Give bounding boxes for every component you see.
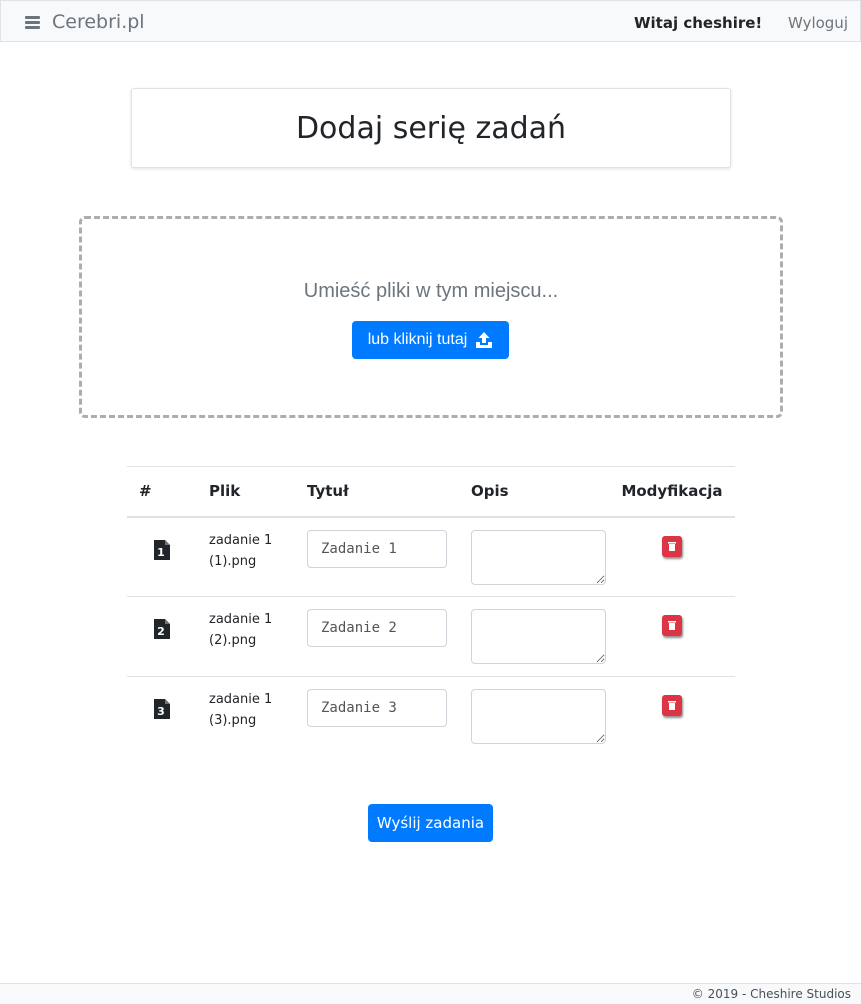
copyright-text: © 2019 - Cheshire Studios [691,987,851,1001]
upload-icon [476,332,493,348]
file-name-cell: zadanie 1 (3).png [197,677,295,757]
table-row: 1 zadanie 1 (1).png [127,516,735,597]
description-cell [459,516,609,597]
title-input[interactable] [307,529,447,568]
submit-tasks-button[interactable]: Wyślij zadania [368,804,493,842]
file-dropzone[interactable]: Umieść pliki w tym miejscu... lub klikni… [79,216,783,418]
delete-button[interactable] [662,695,682,716]
dropzone-text: Umieść pliki w tym miejscu... [303,280,559,302]
user-greeting: Witaj cheshire! [634,14,763,32]
table-row: 3 zadanie 1 (3).png [127,677,735,757]
trash-icon [668,701,676,710]
row-number-cell: 2 [127,596,197,677]
file-name-cell: zadanie 1 (2).png [197,596,295,677]
title-card: Dodaj serię zadań [131,88,731,168]
row-number-cell: 3 [127,677,197,757]
header-modification: Modyfikacja [609,466,735,518]
description-cell [459,677,609,757]
row-number-cell: 1 [127,516,197,597]
table-header-row: # Plik Tytuł Opis Modyfikacja [127,466,735,518]
upload-button[interactable]: lub kliknij tutaj [352,321,509,359]
description-textarea[interactable] [471,609,606,664]
tasks-table: # Plik Tytuł Opis Modyfikacja 1 zadanie … [127,466,735,757]
svg-text:2: 2 [157,625,165,638]
logout-link[interactable]: Wyloguj [788,14,848,32]
title-cell [295,516,459,597]
modification-cell [609,596,735,677]
trash-icon [668,541,676,551]
upload-button-label: lub kliknij tutaj [367,331,468,348]
title-cell [295,596,459,677]
navbar: Cerebri.pl Witaj cheshire! Wyloguj [0,0,861,42]
file-number-icon: 1 [154,539,170,560]
header-number: # [127,466,197,518]
page-title: Dodaj serię zadań [295,110,567,146]
file-name: zadanie 1 (2).png [209,612,273,648]
hamburger-menu-icon[interactable] [25,16,40,29]
svg-text:1: 1 [157,546,165,559]
header-title: Tytuł [295,466,459,518]
file-name: zadanie 1 (3).png [209,692,273,728]
table-row: 2 zadanie 1 (2).png [127,596,735,677]
brand-link[interactable]: Cerebri.pl [52,11,145,33]
title-input[interactable] [307,609,447,647]
header-file: Plik [197,466,295,518]
file-name-cell: zadanie 1 (1).png [197,516,295,597]
file-name: zadanie 1 (1).png [209,532,273,569]
file-number-icon: 3 [154,699,170,719]
footer: © 2019 - Cheshire Studios [0,983,861,1004]
file-number-icon: 2 [154,619,170,639]
description-textarea[interactable] [471,529,606,585]
svg-text:3: 3 [157,705,165,718]
description-textarea[interactable] [471,689,606,744]
title-cell [295,677,459,757]
trash-icon [668,621,676,630]
modification-cell [609,677,735,757]
modification-cell [609,516,735,597]
delete-button[interactable] [662,535,682,557]
description-cell [459,596,609,677]
delete-button[interactable] [662,615,682,636]
title-input[interactable] [307,689,447,727]
header-description: Opis [459,466,609,518]
